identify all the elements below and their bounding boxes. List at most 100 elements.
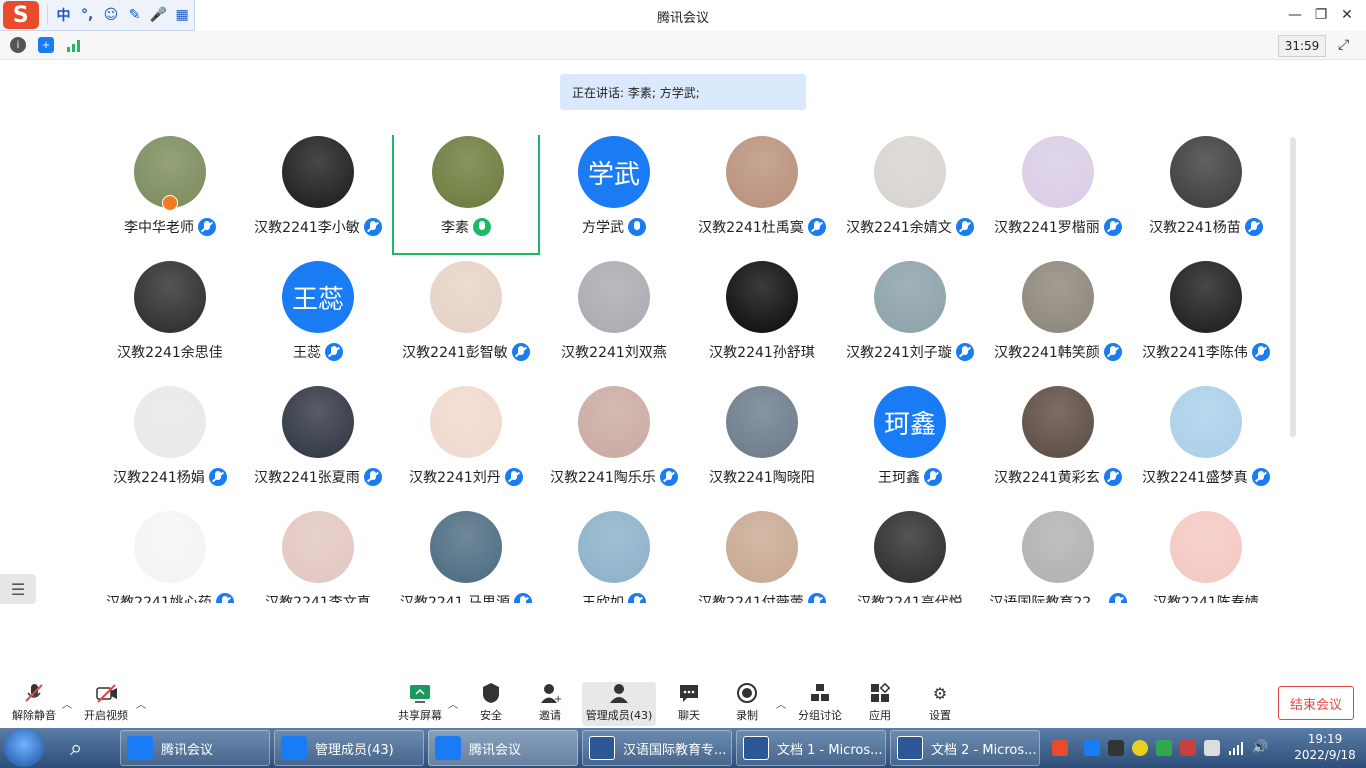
- participant-tile[interactable]: 汉教2241刘双燕: [540, 260, 688, 380]
- participant-tile[interactable]: 汉教2241陈春婧: [1132, 510, 1280, 603]
- start-button-icon[interactable]: [4, 729, 44, 767]
- taskbar-item-label: 腾讯会议: [469, 742, 522, 758]
- participant-name: 汉教2241刘双燕: [561, 345, 667, 361]
- add-tray-icon[interactable]: [1132, 740, 1148, 756]
- restore-button[interactable]: ❐: [1310, 4, 1332, 26]
- unmute-label: 解除静音: [12, 709, 56, 722]
- invite-label: 邀请: [539, 709, 561, 722]
- participant-tile[interactable]: 汉教2241彭智敏: [392, 260, 540, 380]
- device-tray-icon[interactable]: [1204, 740, 1220, 756]
- flag-tray-icon[interactable]: [1180, 740, 1196, 756]
- sogou-tray-icon[interactable]: [1052, 740, 1068, 756]
- window-title: 腾讯会议: [656, 11, 709, 26]
- participant-tile[interactable]: 汉教2241杜禹寞: [688, 135, 836, 255]
- participant-tile[interactable]: 汉教2241杨苗: [1132, 135, 1280, 255]
- avatar: [1170, 136, 1242, 208]
- grid-scrollbar[interactable]: [1290, 137, 1296, 437]
- mic-muted-icon: [215, 593, 234, 603]
- manage-members-button[interactable]: 管理成员(43): [582, 682, 656, 726]
- security-button[interactable]: 安全: [476, 682, 506, 726]
- settings-button[interactable]: ⚙ 设置: [926, 682, 954, 726]
- participant-tile[interactable]: 汉教2241陶乐乐: [540, 385, 688, 505]
- taskbar-item[interactable]: 文档 1 - Micros...: [736, 730, 886, 766]
- camera-tray-icon[interactable]: [1108, 740, 1124, 756]
- mic-muted-icon: [1251, 343, 1270, 361]
- participant-tile[interactable]: 汉教2241张夏雨: [244, 385, 392, 505]
- participant-tile[interactable]: 汉教2241余婧文: [836, 135, 984, 255]
- chat-bubble-icon: [678, 682, 700, 704]
- participant-tile[interactable]: 汉教2241黄彩玄: [984, 385, 1132, 505]
- participant-tile[interactable]: 汉教2241陶晓阳: [688, 385, 836, 505]
- security-tray-icon[interactable]: [1156, 740, 1172, 756]
- mic-muted-icon: [23, 682, 45, 704]
- mic-muted-icon: [955, 218, 974, 236]
- taskbar-item[interactable]: 腾讯会议: [120, 730, 270, 766]
- record-options-caret-icon[interactable]: ︿: [776, 696, 786, 711]
- participant-grid: 李中华老师 汉教2241李小敏 李素 学武 方学武 汉教2241杜禹寞 汉教2241余婧文汉…: [90, 135, 1286, 603]
- info-icon[interactable]: i: [10, 37, 26, 53]
- participant-name-row: 汉教2241陶乐乐: [540, 467, 688, 487]
- participant-tile[interactable]: 汉教2241刘丹: [392, 385, 540, 505]
- participant-name-row: 汉教2241刘丹: [392, 467, 540, 487]
- volume-tray-icon[interactable]: 🔊: [1252, 740, 1268, 756]
- video-options-caret-icon[interactable]: ︿: [136, 696, 146, 711]
- apps-button[interactable]: 应用: [866, 682, 894, 726]
- participant-tile[interactable]: 汉教2241高代悦: [836, 510, 984, 603]
- taskbar-clock[interactable]: 19:19 2022/9/18: [1290, 731, 1360, 763]
- chat-button[interactable]: 聊天: [674, 682, 704, 726]
- participant-name-row: 王欣如: [540, 592, 688, 603]
- participant-name-row: 汉教2241姚心药: [96, 592, 244, 603]
- mic-muted-icon: [807, 593, 826, 603]
- participant-tile[interactable]: 学武 方学武: [540, 135, 688, 255]
- participant-tile[interactable]: 汉教2241姚心药: [96, 510, 244, 603]
- participant-tile[interactable]: 汉教2241李陈伟: [1132, 260, 1280, 380]
- unmute-button[interactable]: 解除静音: [10, 682, 58, 726]
- participant-tile[interactable]: 汉教2241付薇蕾: [688, 510, 836, 603]
- participant-tile[interactable]: 李素: [392, 135, 540, 255]
- taskbar-item[interactable]: 文档 2 - Micros...: [890, 730, 1040, 766]
- end-meeting-button[interactable]: 结束会议: [1278, 686, 1354, 720]
- participant-tile[interactable]: 汉教2241李小敏: [244, 135, 392, 255]
- network-tray-icon[interactable]: [1228, 740, 1244, 756]
- participant-tile[interactable]: 汉教2241杨娟: [96, 385, 244, 505]
- signal-icon[interactable]: [66, 37, 82, 53]
- participant-tile[interactable]: 汉教2241孙舒琪: [688, 260, 836, 380]
- record-button[interactable]: 录制: [732, 682, 762, 726]
- participant-tile[interactable]: 珂鑫 王珂鑫: [836, 385, 984, 505]
- participant-tile[interactable]: 汉教2241 马思源: [392, 510, 540, 603]
- breakout-label: 分组讨论: [798, 709, 842, 722]
- start-video-button[interactable]: 开启视频: [82, 682, 130, 726]
- search-taskbar-button[interactable]: ⌕: [64, 730, 116, 766]
- participant-tile[interactable]: 汉教2241刘子璇: [836, 260, 984, 380]
- taskbar-item-label: 文档 2 - Micros...: [931, 742, 1037, 758]
- taskbar-item[interactable]: 管理成员(43): [274, 730, 424, 766]
- minimize-button[interactable]: —: [1284, 4, 1306, 26]
- share-options-caret-icon[interactable]: ︿: [448, 696, 458, 711]
- participant-tile[interactable]: 汉教2241盛梦真: [1132, 385, 1280, 505]
- participant-tile[interactable]: 汉语国际教育22...: [984, 510, 1132, 603]
- participant-tile[interactable]: 汉教2241余思佳: [96, 260, 244, 380]
- share-screen-button[interactable]: 共享屏幕: [396, 682, 444, 726]
- participant-name-row: 汉教2241余思佳: [96, 342, 244, 362]
- avatar: [282, 386, 354, 458]
- participant-tile[interactable]: 汉教2241李文真: [244, 510, 392, 603]
- participant-tile[interactable]: 王蕊 王蕊: [244, 260, 392, 380]
- shield-icon[interactable]: +: [38, 37, 54, 53]
- participant-name-row: 汉教2241陈春婧: [1132, 592, 1280, 603]
- participant-name-row: 汉教2241张夏雨: [244, 467, 392, 487]
- fullscreen-icon[interactable]: ⤢: [1338, 37, 1354, 53]
- participant-tile[interactable]: 汉教2241韩笑颜: [984, 260, 1132, 380]
- breakout-rooms-button[interactable]: 分组讨论: [796, 682, 844, 726]
- participant-tile[interactable]: 汉教2241罗楷丽: [984, 135, 1132, 255]
- avatar: [432, 136, 504, 208]
- taskbar-item[interactable]: 汉语国际教育专...: [582, 730, 732, 766]
- audio-options-caret-icon[interactable]: ︿: [62, 696, 72, 711]
- participant-tile[interactable]: 李中华老师: [96, 135, 244, 255]
- taskbar-item[interactable]: 腾讯会议: [428, 730, 578, 766]
- close-button[interactable]: ✕: [1336, 4, 1358, 26]
- list-view-icon[interactable]: ☰: [0, 574, 36, 604]
- invite-button[interactable]: + 邀请: [534, 682, 566, 726]
- security-label: 安全: [480, 709, 502, 722]
- participant-tile[interactable]: 王欣如: [540, 510, 688, 603]
- meeting-tray-icon[interactable]: [1084, 740, 1100, 756]
